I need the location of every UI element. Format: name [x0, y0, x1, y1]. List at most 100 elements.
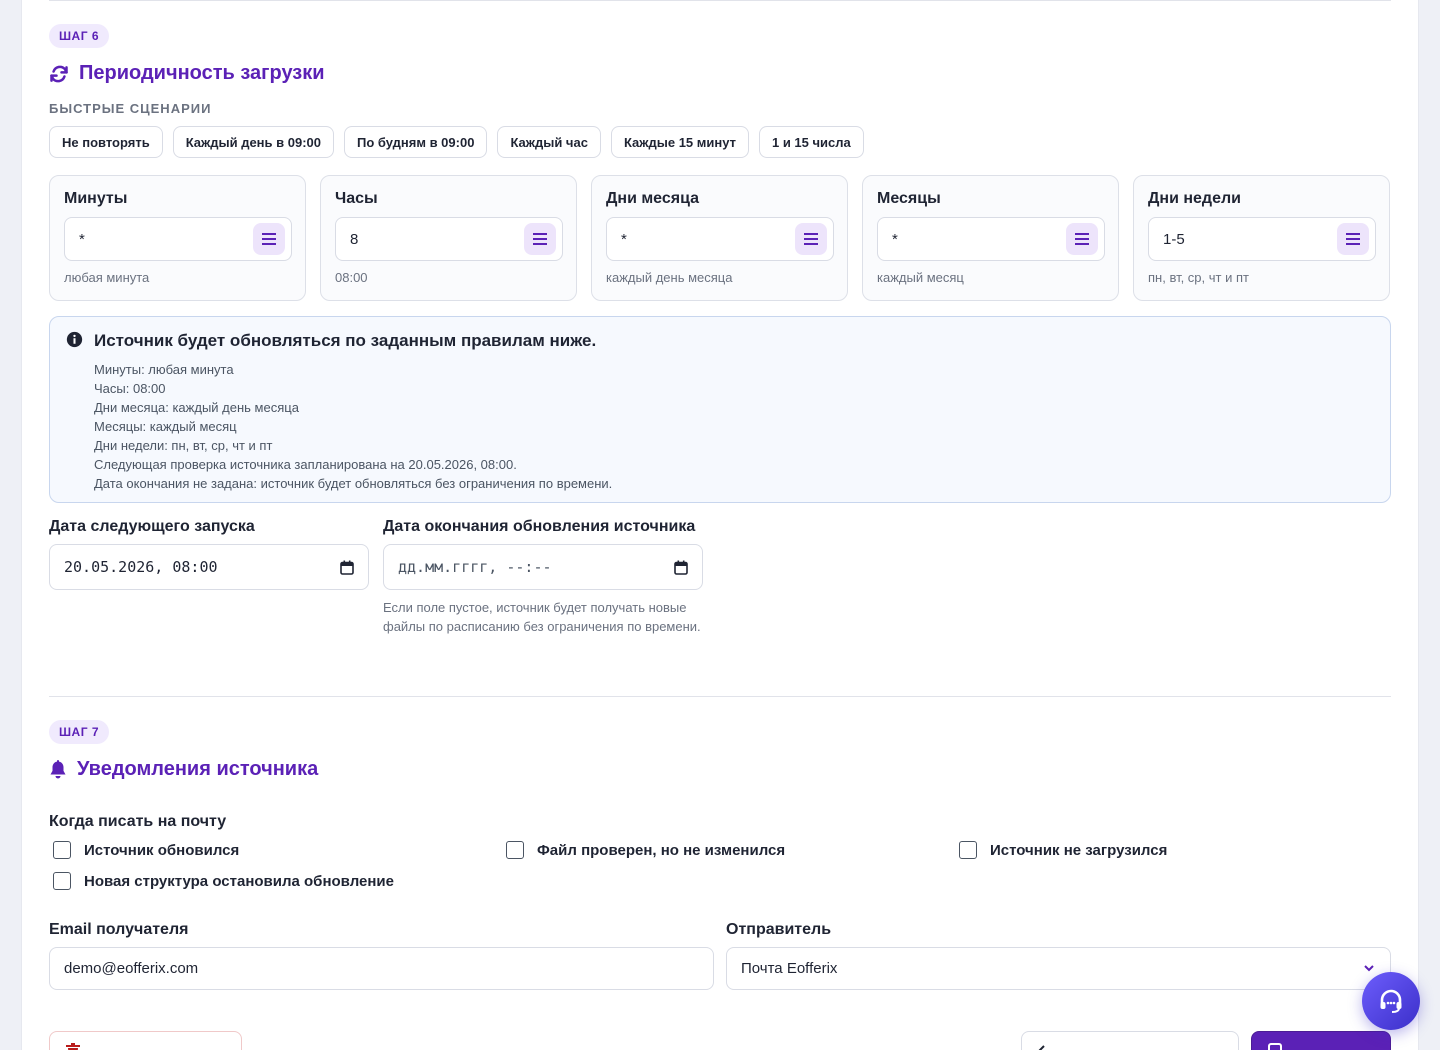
checkbox-box[interactable] [53, 841, 71, 859]
email-value: demo@eofferix.com [64, 960, 199, 977]
cron-label: Дни недели [1148, 190, 1241, 207]
calendar-icon[interactable] [340, 560, 354, 575]
days-of-month-menu-button[interactable] [795, 223, 827, 255]
when-email-label: Когда писать на почту [49, 813, 227, 830]
info-line: Часы: 08:00 [94, 381, 166, 396]
calendar-icon[interactable] [674, 560, 688, 575]
scenario-1-15-button[interactable]: 1 и 15 числа [758, 126, 864, 158]
cron-hint: любая минута [64, 270, 150, 285]
top-divider [49, 0, 1391, 1]
sender-label: Отправитель [726, 921, 832, 938]
cron-value: 1-5 [1163, 230, 1185, 248]
checkbox-box[interactable] [53, 872, 71, 890]
info-title: Источник будет обновляться по заданным п… [94, 331, 597, 350]
info-line: Дата окончания не задана: источник будет… [94, 476, 613, 491]
menu-icon [262, 233, 276, 245]
info-line: Месяцы: каждый месяц [94, 419, 237, 434]
arrow-left-icon [1038, 1045, 1051, 1050]
checkbox-label: Файл проверен, но не изменился [537, 841, 786, 859]
months-input[interactable]: * [877, 217, 1105, 261]
cron-value: * [892, 230, 898, 248]
cron-label: Месяцы [877, 190, 941, 207]
info-line: Следующая проверка источника запланирова… [94, 457, 517, 472]
scenario-weekdays-button[interactable]: По будням в 09:00 [344, 126, 488, 158]
quick-scenarios: Не повторять Каждый день в 09:00 По будн… [49, 126, 864, 158]
hours-menu-button[interactable] [524, 223, 556, 255]
cron-fields: Минуты * любая минута Часы 8 08:00 Дни м… [49, 175, 1390, 301]
schedule-info-box: Источник будет обновляться по заданным п… [49, 316, 1391, 503]
cron-value: 8 [350, 230, 359, 248]
support-chat-button[interactable] [1362, 972, 1420, 1030]
sender-value: Почта Eofferix [741, 960, 838, 977]
back-button[interactable] [1021, 1031, 1239, 1050]
cron-label: Минуты [64, 190, 128, 207]
cron-hint: каждый день месяца [606, 270, 733, 285]
next-run-value: 20.05.2026, 08:00 [64, 558, 218, 576]
checkbox-file-unchanged[interactable]: Файл проверен, но не изменился [506, 841, 785, 859]
days-of-week-input[interactable]: 1-5 [1148, 217, 1376, 261]
info-line: Минуты: любая минута [94, 362, 234, 377]
cron-hint: каждый месяц [877, 270, 964, 285]
scenario-hourly-button[interactable]: Каждый час [497, 126, 601, 158]
email-label: Email получателя [49, 921, 189, 938]
cron-card-days-of-week: Дни недели 1-5 пн, вт, ср, чт и пт [1133, 175, 1390, 301]
chevron-down-icon [1364, 965, 1374, 972]
scenario-15min-button[interactable]: Каждые 15 минут [610, 126, 749, 158]
step-6-badge: ШАГ 6 [49, 24, 110, 48]
menu-icon [1075, 233, 1089, 245]
checkbox-box[interactable] [506, 841, 524, 859]
end-date-placeholder: дд.мм.гггг, --:-- [398, 558, 552, 576]
days-of-month-input[interactable]: * [606, 217, 834, 261]
sender-select[interactable]: Почта Eofferix [726, 947, 1391, 990]
cron-value: * [79, 230, 85, 248]
menu-icon [1346, 233, 1360, 245]
cron-card-days-of-month: Дни месяца * каждый день месяца [591, 175, 848, 301]
days-of-week-menu-button[interactable] [1337, 223, 1369, 255]
menu-icon [533, 233, 547, 245]
step-7-badge: ШАГ 7 [49, 720, 110, 744]
delete-button[interactable] [49, 1031, 242, 1050]
hours-input[interactable]: 8 [335, 217, 563, 261]
save-button[interactable] [1251, 1031, 1391, 1050]
end-date-label: Дата окончания обновления источника [383, 518, 696, 535]
cron-card-months: Месяцы * каждый месяц [862, 175, 1119, 301]
step-6-title: Периодичность загрузки [79, 62, 325, 84]
end-date-input[interactable]: дд.мм.гггг, --:-- [383, 544, 703, 590]
cron-hint: пн, вт, ср, чт и пт [1148, 270, 1249, 285]
next-run-input[interactable]: 20.05.2026, 08:00 [49, 544, 369, 590]
menu-icon [804, 233, 818, 245]
scenario-daily-button[interactable]: Каждый день в 09:00 [172, 126, 334, 158]
checkbox-label: Новая структура остановила обновление [84, 872, 394, 890]
step-7-title: Уведомления источника [77, 758, 319, 780]
scenario-no-repeat-button[interactable]: Не повторять [49, 126, 163, 158]
next-run-label: Дата следующего запуска [49, 518, 255, 535]
info-lines: Минуты: любая минута Часы: 08:00 Дни мес… [94, 360, 612, 493]
checkbox-label: Источник не загрузился [990, 841, 1168, 859]
checkbox-label: Источник обновился [84, 841, 240, 859]
bell-icon [50, 759, 66, 778]
cron-card-hours: Часы 8 08:00 [320, 175, 577, 301]
cron-label: Часы [335, 190, 378, 207]
checkbox-box[interactable] [959, 841, 977, 859]
save-icon [1268, 1043, 1282, 1050]
quick-scenarios-label: БЫСТРЫЕ СЦЕНАРИИ [49, 101, 212, 116]
checkbox-source-failed[interactable]: Источник не загрузился [959, 841, 1167, 859]
section-divider [49, 696, 1391, 697]
end-date-help: Если поле пустое, источник будет получат… [383, 600, 701, 634]
cron-label: Дни месяца [606, 190, 700, 207]
cron-value: * [621, 230, 627, 248]
cron-hint: 08:00 [335, 270, 368, 285]
info-icon [66, 331, 83, 348]
checkbox-new-structure[interactable]: Новая структура остановила обновление [53, 872, 394, 890]
email-input[interactable]: demo@eofferix.com [49, 947, 714, 990]
checkbox-source-updated[interactable]: Источник обновился [53, 841, 239, 859]
minutes-menu-button[interactable] [253, 223, 285, 255]
trash-icon [66, 1043, 80, 1050]
info-line: Дни недели: пн, вт, ср, чт и пт [94, 438, 273, 453]
refresh-icon [50, 65, 68, 82]
months-menu-button[interactable] [1066, 223, 1098, 255]
minutes-input[interactable]: * [64, 217, 292, 261]
headset-icon [1380, 989, 1402, 1013]
step-7-heading: Уведомления источника [49, 758, 318, 781]
step-6-heading: Периодичность загрузки [49, 62, 325, 85]
